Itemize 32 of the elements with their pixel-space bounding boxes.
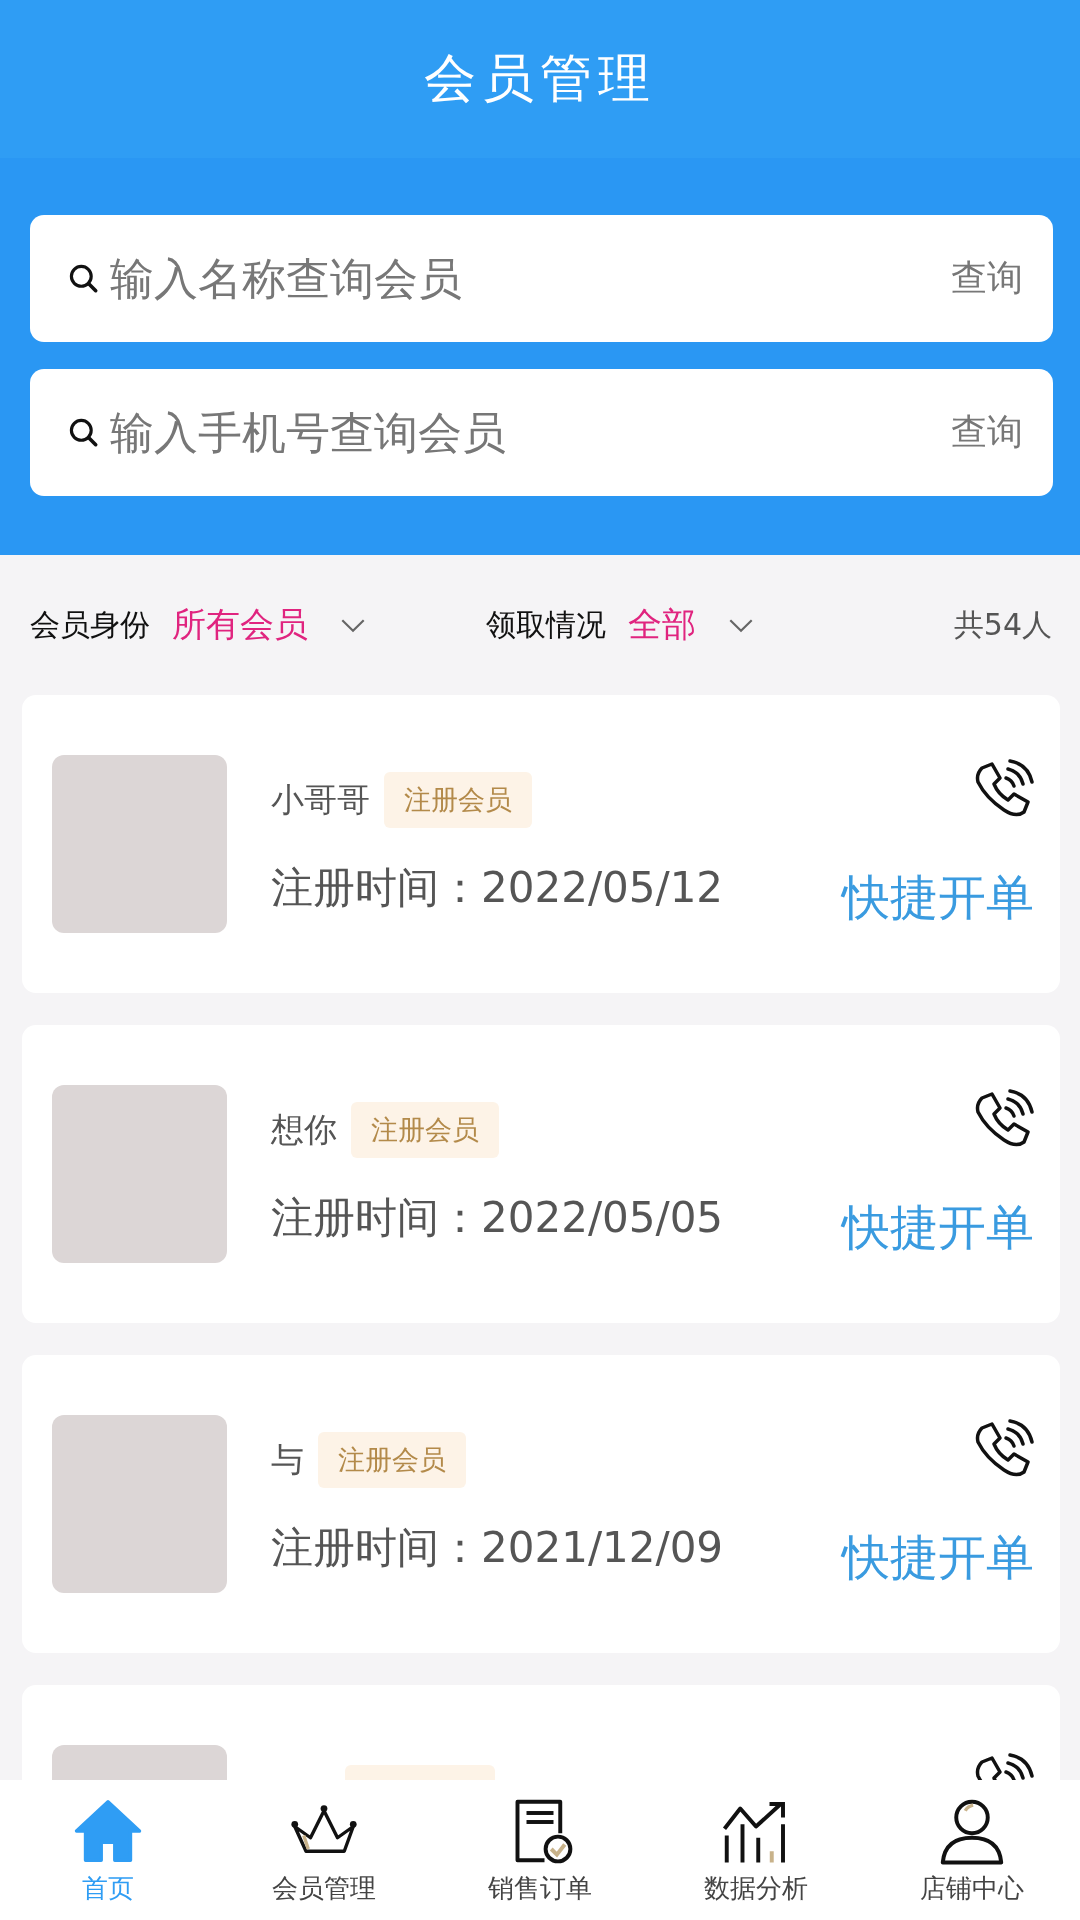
- filter-dropdown[interactable]: 全部: [628, 602, 696, 648]
- query-button[interactable]: 查询: [951, 408, 1023, 457]
- nav-tab[interactable]: 会员管理: [216, 1780, 432, 1920]
- member-count: 共54人: [953, 605, 1052, 644]
- member-tag: 注册会员: [351, 1102, 499, 1158]
- page-title: 会员管理: [424, 47, 656, 110]
- member-tag: 注册会员: [318, 1432, 466, 1488]
- member-name: 小哥哥: [271, 778, 370, 821]
- quick-order-link[interactable]: 快捷开单: [842, 866, 1034, 930]
- chevron-down-icon[interactable]: [340, 617, 366, 633]
- member-card[interactable]: 想你 注册会员 注册时间：2022/05/05 快捷开单: [22, 1025, 1060, 1323]
- registration-date: 注册时间：2022/05/05: [271, 1192, 725, 1244]
- member-card[interactable]: 与 注册会员 注册时间：2021/12/09 快捷开单: [22, 1355, 1060, 1653]
- filter-label: 领取情况: [486, 605, 606, 644]
- nav-tab[interactable]: 店铺中心: [864, 1780, 1080, 1920]
- member-name: 与: [271, 1438, 304, 1481]
- quick-order-link[interactable]: 快捷开单: [842, 1526, 1034, 1590]
- nav-tab[interactable]: 首页: [0, 1780, 216, 1920]
- nav-tab[interactable]: 销售订单: [432, 1780, 648, 1920]
- filter-label: 会员身份: [30, 605, 150, 644]
- nav-tab[interactable]: 数据分析: [648, 1780, 864, 1920]
- member-card[interactable]: 小哥哥 注册会员 注册时间：2022/05/12 快捷开单: [22, 695, 1060, 993]
- filter-dropdown[interactable]: 所有会员: [172, 602, 308, 648]
- registration-date: 注册时间：2022/05/12: [271, 862, 725, 914]
- query-button[interactable]: 查询: [951, 254, 1023, 303]
- search-field[interactable]: 输入名称查询会员 查询: [30, 215, 1053, 342]
- member-tag: 注册会员: [384, 772, 532, 828]
- registration-date: 注册时间：2021/12/09: [271, 1522, 725, 1574]
- member-name: 想你: [271, 1108, 337, 1151]
- chevron-down-icon[interactable]: [728, 617, 754, 633]
- search-field[interactable]: 输入手机号查询会员 查询: [30, 369, 1053, 496]
- quick-order-link[interactable]: 快捷开单: [842, 1196, 1034, 1260]
